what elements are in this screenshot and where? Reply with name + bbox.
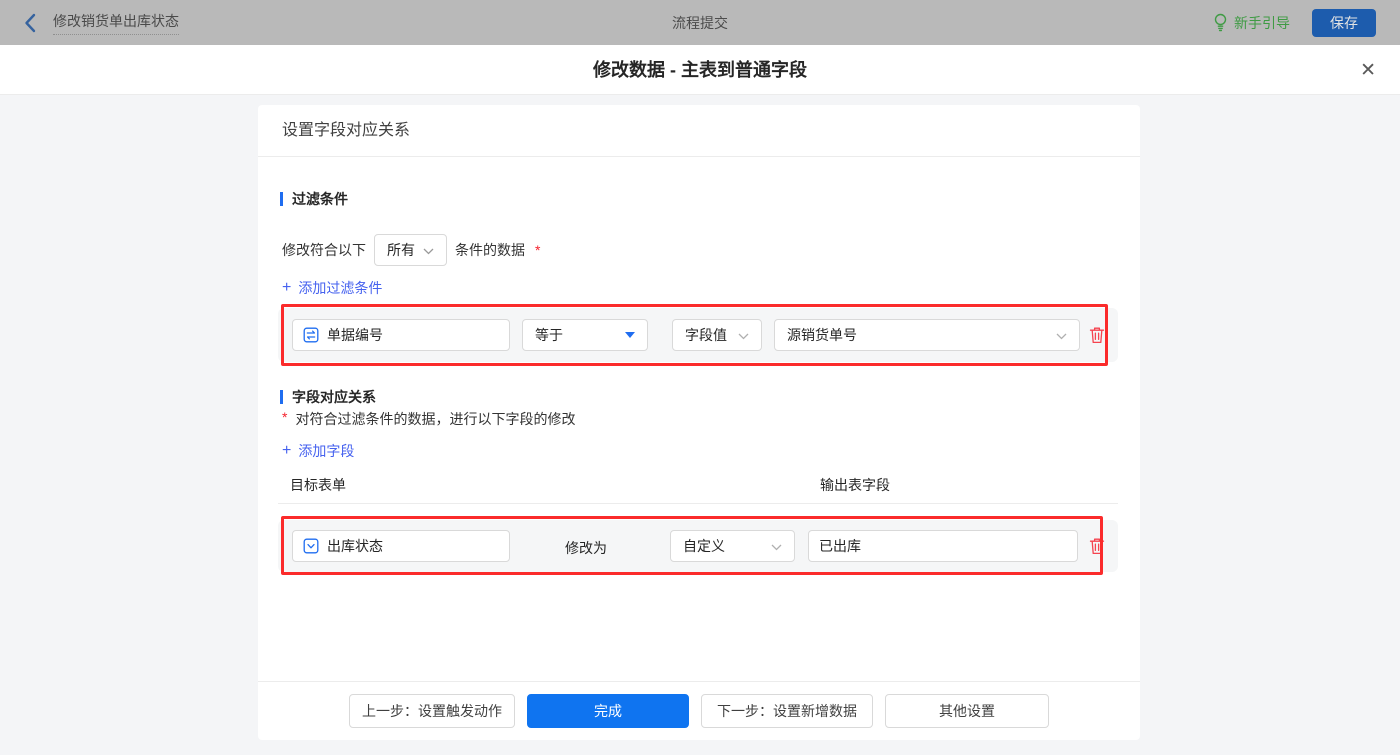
field-mapping-row: 出库状态 修改为 自定义 已出库 — [278, 520, 1118, 572]
app-header: 修改销货单出库状态 流程提交 新手引导 保存 — [0, 0, 1400, 45]
plus-icon: + — [282, 444, 291, 458]
add-filter-link[interactable]: + 添加过滤条件 — [282, 278, 382, 298]
section-accent-bar — [280, 192, 283, 206]
serial-number-field-icon — [303, 327, 319, 343]
settings-panel: 设置字段对应关系 过滤条件 修改符合以下 所有 条件的数据 * + 添加过滤条件 — [258, 105, 1140, 740]
add-field-link[interactable]: + 添加字段 — [282, 441, 354, 461]
match-suffix-label: 条件的数据 — [455, 240, 525, 260]
trash-icon — [1089, 326, 1105, 344]
filter-field-input[interactable]: 单据编号 — [292, 319, 510, 351]
target-field-input[interactable]: 出库状态 — [292, 530, 510, 562]
beginner-guide-label: 新手引导 — [1234, 13, 1290, 33]
caret-down-icon — [625, 332, 635, 338]
chevron-down-icon — [771, 538, 782, 554]
column-output-field: 输出表字段 — [820, 475, 890, 495]
chevron-down-icon — [423, 242, 434, 258]
plus-icon: + — [282, 281, 291, 295]
custom-value-input[interactable]: 已出库 — [808, 530, 1078, 562]
match-type-select[interactable]: 所有 — [374, 234, 447, 266]
chevron-down-icon — [738, 327, 749, 343]
back-icon[interactable] — [24, 13, 37, 33]
lightbulb-icon — [1213, 13, 1228, 32]
trash-icon — [1089, 537, 1105, 555]
delete-mapping-button[interactable] — [1088, 536, 1106, 556]
match-condition-row: 修改符合以下 所有 条件的数据 * — [282, 234, 540, 266]
mapping-column-headers: 目标表单 输出表字段 — [258, 475, 1140, 497]
app-root: 修改销货单出库状态 流程提交 新手引导 保存 修改数据 - 主表到普通字段 ✕ … — [0, 0, 1400, 755]
select-field-icon — [303, 538, 319, 554]
panel-header: 设置字段对应关系 — [258, 105, 1140, 157]
other-settings-button[interactable]: 其他设置 — [885, 694, 1049, 728]
done-button[interactable]: 完成 — [527, 694, 689, 728]
column-target-form: 目标表单 — [290, 475, 346, 495]
value-type-select[interactable]: 字段值 — [672, 319, 762, 351]
column-divider — [278, 503, 1118, 504]
panel-footer: 上一步：设置触发动作 完成 下一步：设置新增数据 其他设置 — [258, 681, 1140, 740]
mapping-description: * 对符合过滤条件的数据，进行以下字段的修改 — [282, 409, 575, 429]
delete-condition-button[interactable] — [1088, 325, 1106, 345]
value-mode-select[interactable]: 自定义 — [670, 530, 795, 562]
match-prefix-label: 修改符合以下 — [282, 240, 366, 260]
required-asterisk: * — [535, 242, 540, 258]
close-icon[interactable]: ✕ — [1360, 45, 1376, 95]
flow-name[interactable]: 修改销货单出库状态 — [53, 11, 179, 35]
required-asterisk: * — [282, 409, 287, 425]
filter-section-title: 过滤条件 — [280, 189, 348, 209]
next-step-button[interactable]: 下一步：设置新增数据 — [701, 694, 873, 728]
modify-to-label: 修改为 — [565, 538, 607, 558]
section-accent-bar — [280, 390, 283, 404]
filter-condition-row: 单据编号 等于 字段值 源销货单号 — [278, 308, 1118, 362]
chevron-down-icon — [1056, 327, 1067, 343]
mapping-section-title: 字段对应关系 — [280, 387, 376, 407]
tab-process-submit: 流程提交 — [672, 13, 728, 33]
prev-step-button[interactable]: 上一步：设置触发动作 — [349, 694, 515, 728]
modal-title: 修改数据 - 主表到普通字段 — [0, 45, 1400, 95]
operator-select[interactable]: 等于 — [522, 319, 648, 351]
value-select[interactable]: 源销货单号 — [774, 319, 1080, 351]
modal-header: 修改数据 - 主表到普通字段 ✕ — [0, 45, 1400, 95]
save-button[interactable]: 保存 — [1312, 9, 1376, 37]
beginner-guide-link[interactable]: 新手引导 — [1213, 13, 1290, 33]
